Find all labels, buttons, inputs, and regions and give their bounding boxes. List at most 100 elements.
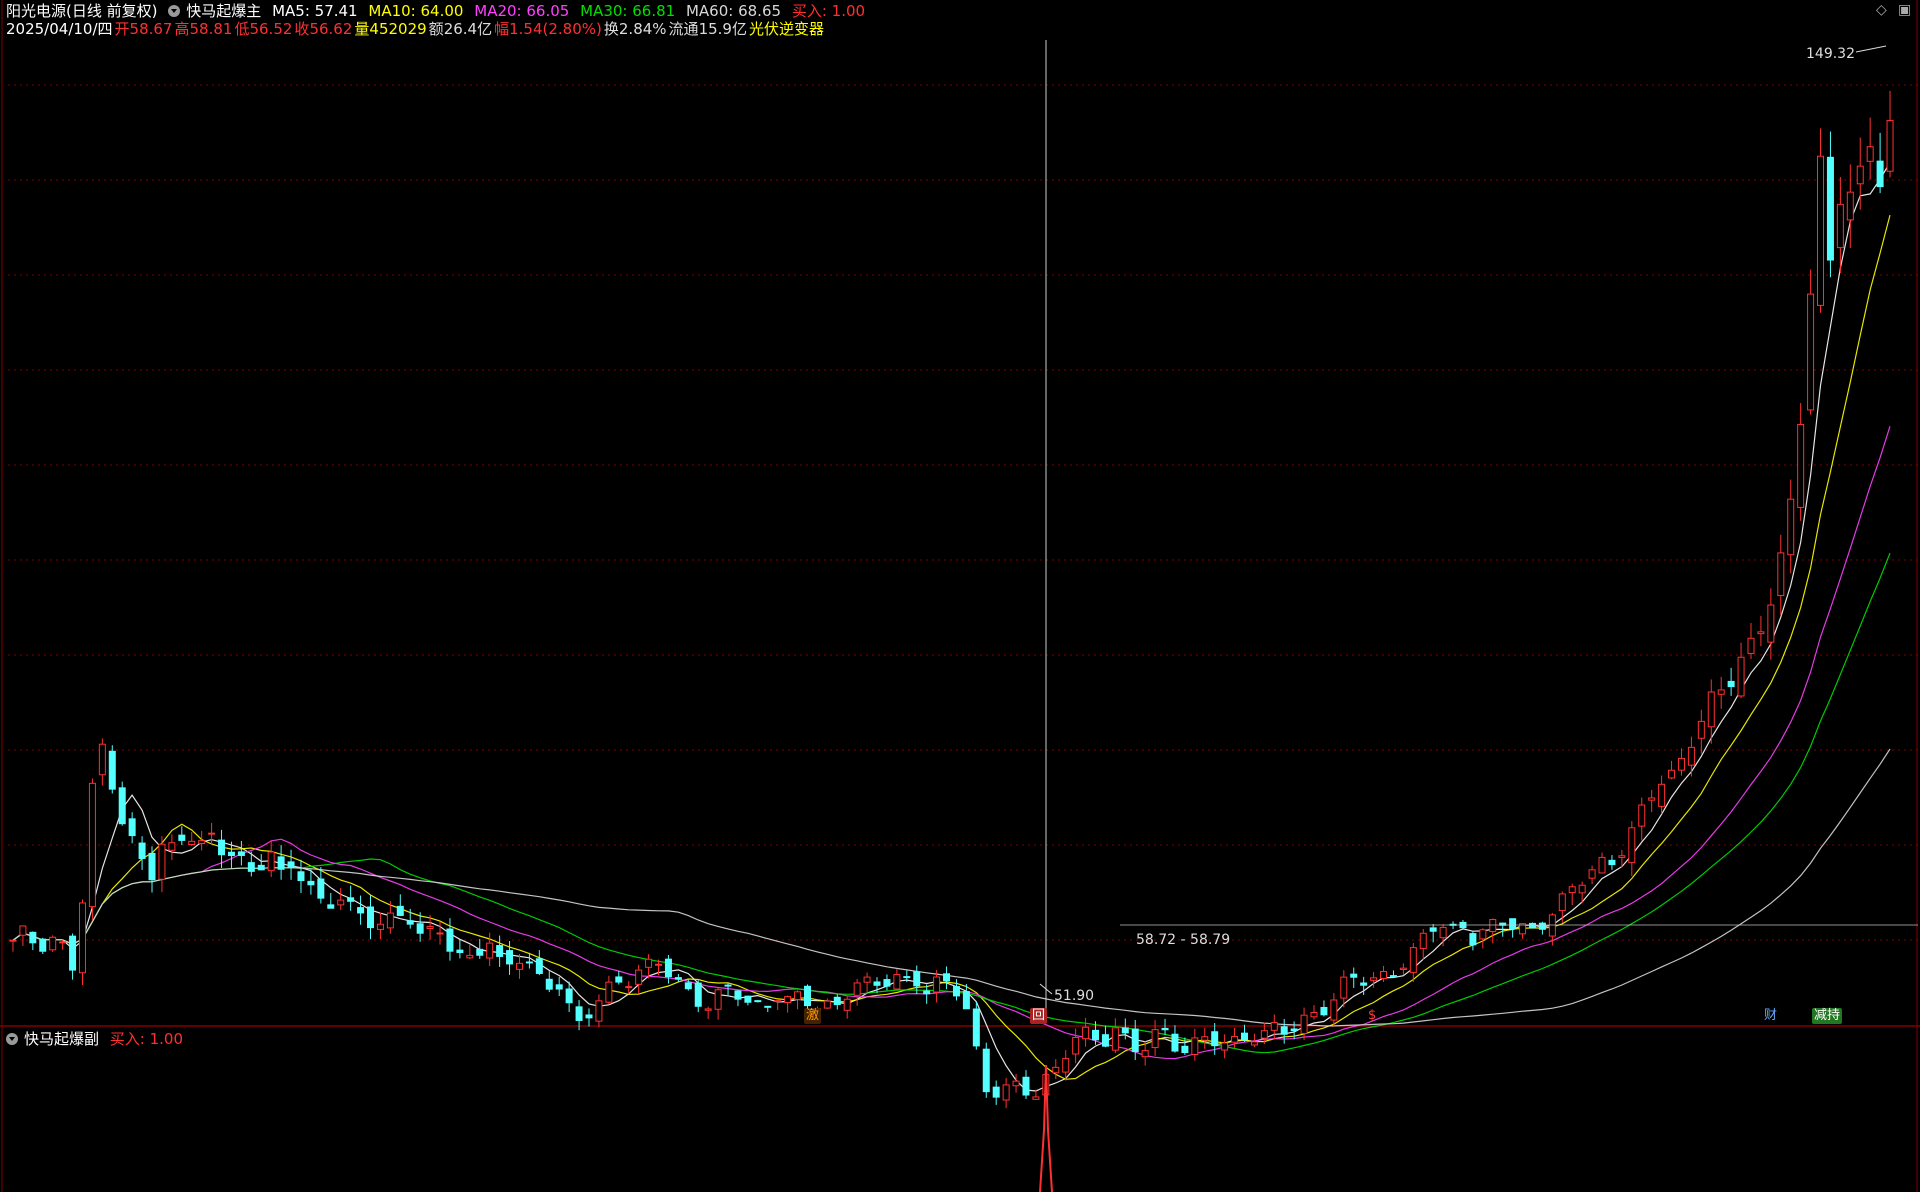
candle <box>396 894 404 917</box>
candle-body <box>1866 146 1874 162</box>
candle-body <box>1558 893 1566 912</box>
event-flag[interactable]: $ <box>1366 1008 1378 1024</box>
candle <box>148 846 156 893</box>
candle-body <box>923 990 931 995</box>
event-flag[interactable]: 减持 <box>1812 1008 1843 1024</box>
candle <box>525 952 533 969</box>
candle-body <box>426 925 434 930</box>
sub-buy-readout: 买入: 1.00 <box>110 1030 189 1048</box>
candle-body <box>1886 120 1894 172</box>
candle <box>774 999 782 1010</box>
candle-body <box>803 985 811 1007</box>
candle-body <box>277 856 285 870</box>
candle <box>823 998 831 1009</box>
candle <box>535 950 543 976</box>
candle <box>1141 1041 1149 1066</box>
candle-body <box>1489 918 1497 933</box>
candle-body <box>88 782 96 908</box>
candle <box>1419 928 1427 961</box>
candle-body <box>704 1008 712 1011</box>
candle <box>595 994 603 1028</box>
candle-body <box>287 861 295 868</box>
event-flag[interactable]: 回 <box>1030 1008 1048 1024</box>
candle <box>1697 709 1705 754</box>
candle <box>843 995 851 1019</box>
candle-body <box>1618 855 1626 858</box>
candle-body <box>1826 156 1834 261</box>
candle <box>466 944 474 960</box>
kline-chart[interactable]: 149.32 51.90 58.72 - 58.79 <box>0 0 1920 1192</box>
candle-body <box>952 986 960 997</box>
candle-body <box>1598 856 1606 874</box>
candle <box>754 1000 762 1003</box>
sub-buy-value: 1.00 <box>149 1030 184 1048</box>
candle <box>992 1080 1000 1105</box>
candle <box>764 1005 772 1013</box>
candle-body <box>1290 1028 1298 1032</box>
candle <box>98 738 106 786</box>
candle-body <box>406 920 414 925</box>
candle <box>1479 928 1487 949</box>
candle-body <box>962 991 970 1010</box>
candle-body <box>1360 982 1368 986</box>
candle-body <box>863 976 871 983</box>
sub-dropdown-icon[interactable] <box>6 1033 18 1045</box>
candle-body <box>674 977 682 980</box>
candles[interactable] <box>9 90 1894 1109</box>
candle <box>1777 534 1785 616</box>
candle-body <box>525 961 533 964</box>
candle <box>1459 919 1467 929</box>
grid-lines <box>0 0 1920 1192</box>
candle <box>1747 622 1755 660</box>
candle-body <box>1509 918 1517 930</box>
candle <box>982 1042 990 1098</box>
candle-body <box>1171 1033 1179 1052</box>
candle <box>1082 1017 1090 1047</box>
candle-body <box>108 750 116 790</box>
candle-body <box>1250 1041 1258 1046</box>
candle <box>1727 667 1735 696</box>
candle-body <box>933 976 941 993</box>
candle <box>1240 1024 1248 1042</box>
candle-body <box>684 982 692 990</box>
candle <box>1171 1025 1179 1053</box>
candle-body <box>1002 1084 1010 1101</box>
candle-body <box>1270 1022 1278 1031</box>
candle <box>1628 821 1636 877</box>
candle <box>49 935 57 953</box>
candle-body <box>794 991 802 1000</box>
candle-body <box>118 787 126 825</box>
candle-body <box>29 931 37 944</box>
candle-body <box>237 851 245 856</box>
candle-body <box>1151 1029 1159 1049</box>
candle-body <box>1419 932 1427 949</box>
candle <box>1717 676 1725 709</box>
candle-body <box>1399 967 1407 971</box>
sub-indicator-name[interactable]: 快马起爆副 <box>24 1030 99 1048</box>
candle-body <box>1469 933 1477 946</box>
candle <box>515 953 523 979</box>
candle-body <box>1588 869 1596 879</box>
candle <box>1638 797 1646 841</box>
candle-body <box>1747 637 1755 654</box>
candle-body <box>754 1000 762 1003</box>
candle-body <box>1628 827 1636 864</box>
candle-body <box>227 851 235 857</box>
candle <box>1677 748 1685 776</box>
ma20-line <box>12 426 1891 1060</box>
candle-body <box>823 1000 831 1009</box>
candle-body <box>436 932 444 935</box>
candle-body <box>943 973 951 982</box>
candle-body <box>1330 999 1338 1021</box>
candle <box>952 979 960 1001</box>
candle <box>88 778 96 921</box>
event-flag[interactable]: 激 <box>804 1008 822 1024</box>
sub-panel-header: 快马起爆副 买入: 1.00 <box>6 1028 195 1049</box>
candle-body <box>466 954 474 959</box>
event-flag[interactable]: 财 <box>1762 1008 1779 1024</box>
candle-body <box>734 990 742 1000</box>
candle <box>118 781 126 826</box>
candle-body <box>1687 746 1695 766</box>
candle-body <box>764 1005 772 1008</box>
candle <box>327 892 335 909</box>
